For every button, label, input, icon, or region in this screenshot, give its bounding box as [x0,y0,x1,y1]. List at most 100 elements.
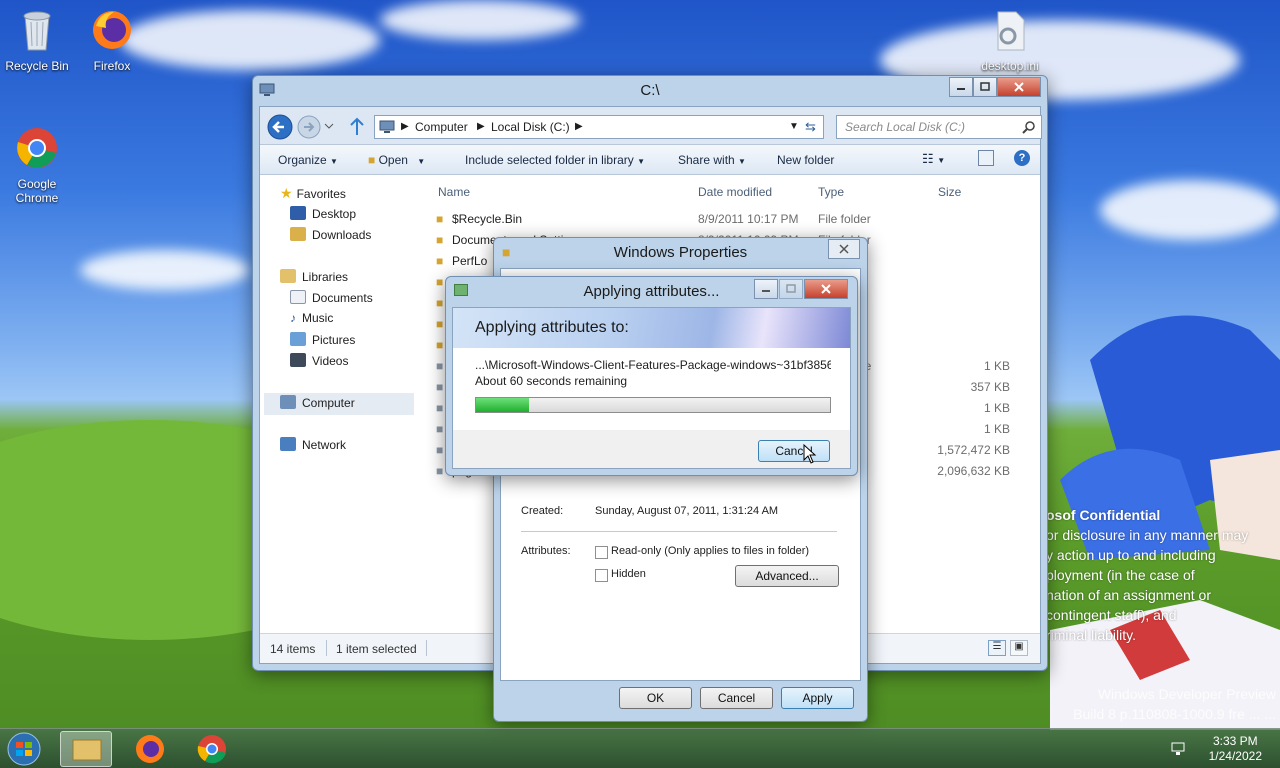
forward-button[interactable] [296,115,322,141]
properties-close-button[interactable] [828,239,860,259]
address-dropdown-icon[interactable]: ▼ [789,121,799,132]
start-button[interactable] [2,731,46,767]
ok-button[interactable]: OK [619,687,692,709]
applying-cancel-button[interactable]: Cancel [758,440,830,462]
file-icon: ■ [436,401,444,415]
network-tray-icon[interactable] [1170,741,1188,757]
search-input[interactable]: Search Local Disk (C:) [836,115,1042,139]
preview-pane-icon[interactable] [978,150,994,166]
desktop-icon-recycle-bin[interactable]: Recycle Bin [0,8,74,73]
share-with-button[interactable]: Share with ▼ [678,153,746,167]
sidebar-item-music[interactable]: ♪ Music [290,311,333,329]
breadcrumb-computer[interactable]: Computer [415,120,468,134]
open-button[interactable]: ■ Open ▼ [368,153,425,167]
cloud [380,0,580,40]
maximize-icon [980,82,990,91]
applying-heading: Applying attributes to: [475,319,629,336]
folder-icon: ■ [368,153,376,167]
minimize-button[interactable] [949,77,973,97]
sidebar-item-videos[interactable]: Videos [290,353,348,371]
computer-icon [280,395,296,409]
progress-fill [476,398,530,412]
breadcrumb-local-disk[interactable]: Local Disk (C:) [491,120,570,134]
refresh-icon[interactable]: ⇆ [805,119,816,135]
chrome-icon [17,128,57,168]
search-placeholder: Search Local Disk (C:) [845,120,966,134]
organize-button[interactable]: Organize ▼ [278,153,338,167]
taskbar-firefox-button[interactable] [124,731,176,767]
column-header-name[interactable]: Name [438,185,470,199]
large-icons-view-icon[interactable]: ▣ [1010,640,1028,656]
sidebar-item-label: Desktop [312,207,357,221]
close-button[interactable] [997,77,1041,97]
back-button[interactable] [266,113,294,141]
help-icon[interactable]: ? [1014,150,1030,166]
file-date: 8/9/2011 10:17 PM [698,212,799,226]
file-size: 1 KB [983,401,1010,415]
folder-icon: ■ [436,212,444,226]
sidebar-item-documents[interactable]: Documents [290,290,373,308]
taskbar-explorer-button[interactable] [60,731,112,767]
folder-icon: ■ [502,244,511,260]
advanced-button[interactable]: Advanced... [735,565,839,587]
taskbar-chrome-button[interactable] [186,731,238,767]
item-count: 14 items [270,642,316,656]
desktop-icon-chrome[interactable]: Google Chrome [0,112,74,219]
sidebar-item-downloads[interactable]: Downloads [290,227,371,245]
sidebar-item-label: Documents [312,291,373,305]
up-arrow-icon[interactable] [348,117,366,137]
view-options-icon[interactable]: ☷ ▼ [922,151,945,167]
firefox-icon [136,735,164,763]
sidebar-item-label: Downloads [312,228,372,242]
clock-time: 3:33 PM [1212,734,1258,748]
progress-bar [475,397,831,413]
cancel-button[interactable]: Cancel [700,687,773,709]
sidebar-item-desktop[interactable]: Desktop [290,206,356,224]
column-header-date[interactable]: Date modified [698,185,772,199]
network-icon [280,437,296,451]
properties-titlebar[interactable]: Windows Properties [494,238,867,268]
history-dropdown-icon[interactable] [324,121,334,131]
explorer-title: C:\ [640,82,660,99]
desktop-icon-firefox[interactable]: Firefox [75,8,149,73]
address-bar[interactable]: ▶ Computer ▶ Local Disk (C:) ▶ ▼ ⇆ [374,115,824,139]
explorer-titlebar[interactable]: C:\ [253,76,1047,106]
column-header-size[interactable]: Size [938,185,961,199]
table-row[interactable]: ■ $Recycle.Bin 8/9/2011 10:17 PM File folde… [436,209,1010,230]
include-label: Include selected folder in library [465,153,634,167]
column-header-type[interactable]: Type [818,185,844,199]
folder-icon: ■ [436,233,444,247]
desktop-icon-desktop-ini[interactable]: desktop.ini [973,8,1047,73]
minimize-button[interactable] [754,279,778,299]
cloud [1100,180,1280,240]
new-folder-button[interactable]: New folder [777,153,834,167]
apply-button[interactable]: Apply [781,687,854,709]
sidebar-item-libraries[interactable]: Libraries [280,269,348,287]
cloud [120,10,380,70]
details-view-icon[interactable]: ☰ [988,640,1006,656]
close-icon [839,244,849,254]
close-button[interactable] [804,279,848,299]
recycle-bin-icon [23,11,51,51]
file-size: 2,096,632 KB [937,464,1010,478]
maximize-button[interactable] [973,77,997,97]
navigation-bar: ▶ Computer ▶ Local Disk (C:) ▶ ▼ ⇆ Searc… [260,107,1042,145]
time-remaining: About 60 seconds remaining [475,374,628,388]
command-bar: Organize ▼ ■ Open ▼ Include selected fol… [260,145,1040,175]
clock-date: 1/24/2022 [1208,749,1262,763]
folder-icon: ■ [436,275,444,289]
build-watermark: Windows Developer Preview Build 8 p.1108… [1073,684,1276,724]
system-clock[interactable]: 3:33 PM 1/24/2022 [1209,734,1262,764]
sidebar-item-network[interactable]: Network [280,437,346,455]
sidebar-item-pictures[interactable]: Pictures [290,332,355,350]
folder-icon: ■ [436,254,444,268]
sidebar-item-favorites[interactable]: ★ Favorites [280,185,346,203]
readonly-checkbox[interactable] [595,546,608,559]
include-in-library-button[interactable]: Include selected folder in library ▼ [465,153,645,167]
status-divider [426,640,427,656]
hidden-checkbox[interactable] [595,569,608,582]
sidebar-item-label: Computer [302,396,355,410]
sidebar-item-computer[interactable]: Computer [264,393,414,415]
file-size: 1,572,472 KB [937,443,1010,457]
share-label: Share with [678,153,735,167]
